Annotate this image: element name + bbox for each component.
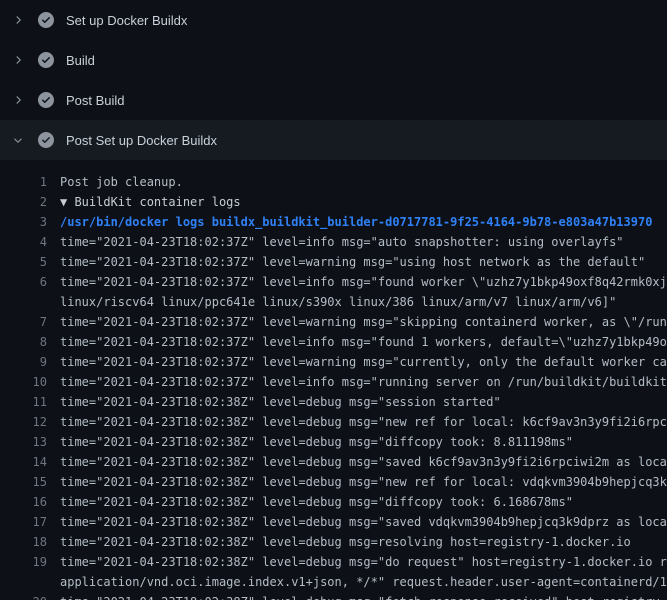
- line-number[interactable]: 19: [0, 552, 47, 572]
- line-number[interactable]: [0, 572, 47, 592]
- line-text: time="2021-04-23T18:02:37Z" level=info m…: [47, 372, 667, 392]
- line-text: time="2021-04-23T18:02:38Z" level=debug …: [47, 512, 667, 532]
- step-section: Post Build: [0, 80, 667, 120]
- log-line: 14 time="2021-04-23T18:02:38Z" level=deb…: [0, 452, 667, 472]
- line-number[interactable]: 14: [0, 452, 47, 472]
- line-text: time="2021-04-23T18:02:38Z" level=debug …: [47, 552, 667, 572]
- log-line: application/vnd.oci.image.index.v1+json,…: [0, 572, 667, 592]
- log-line: 3 /usr/bin/docker logs buildx_buildkit_b…: [0, 212, 667, 232]
- step-header[interactable]: Build: [0, 40, 667, 80]
- step-header[interactable]: Set up Docker Buildx: [0, 0, 667, 40]
- line-number[interactable]: 17: [0, 512, 47, 532]
- line-text: time="2021-04-23T18:02:37Z" level=warnin…: [47, 252, 645, 272]
- line-number[interactable]: 10: [0, 372, 47, 392]
- line-number[interactable]: 12: [0, 412, 47, 432]
- line-number[interactable]: 15: [0, 472, 47, 492]
- step-list: Set up Docker Buildx Build: [0, 0, 667, 600]
- log-line: 8 time="2021-04-23T18:02:37Z" level=info…: [0, 332, 667, 352]
- log-line: 15 time="2021-04-23T18:02:38Z" level=deb…: [0, 472, 667, 492]
- check-circle-icon: [38, 52, 54, 68]
- line-text: time="2021-04-23T18:02:37Z" level=info m…: [47, 272, 667, 292]
- log-line: 7 time="2021-04-23T18:02:37Z" level=warn…: [0, 312, 667, 332]
- step-title: Set up Docker Buildx: [66, 13, 187, 28]
- command-line-text: /usr/bin/docker logs buildx_buildkit_bui…: [47, 212, 652, 232]
- line-number[interactable]: 9: [0, 352, 47, 372]
- log-line: 13 time="2021-04-23T18:02:38Z" level=deb…: [0, 432, 667, 452]
- log-line: 5 time="2021-04-23T18:02:37Z" level=warn…: [0, 252, 667, 272]
- step-header[interactable]: Post Build: [0, 80, 667, 120]
- step-title: Post Build: [66, 93, 125, 108]
- step-title: Post Set up Docker Buildx: [66, 133, 217, 148]
- line-number[interactable]: 16: [0, 492, 47, 512]
- step-title: Build: [66, 53, 95, 68]
- line-number[interactable]: 20: [0, 592, 47, 600]
- check-circle-icon: [38, 92, 54, 108]
- line-number[interactable]: 3: [0, 212, 47, 232]
- log-line: 19 time="2021-04-23T18:02:38Z" level=deb…: [0, 552, 667, 572]
- line-text: Post job cleanup.: [47, 172, 183, 192]
- chevron-right-icon[interactable]: [10, 92, 26, 108]
- line-number[interactable]: 13: [0, 432, 47, 452]
- chevron-down-icon[interactable]: [10, 132, 26, 148]
- line-text: time="2021-04-23T18:02:37Z" level=warnin…: [47, 312, 667, 332]
- log-line: 10 time="2021-04-23T18:02:37Z" level=inf…: [0, 372, 667, 392]
- log-line: 6 time="2021-04-23T18:02:37Z" level=info…: [0, 272, 667, 292]
- check-circle-icon: [38, 12, 54, 28]
- log-line: 20 time="2021-04-23T18:02:38Z" level=deb…: [0, 592, 667, 600]
- line-number[interactable]: 11: [0, 392, 47, 412]
- line-number[interactable]: 6: [0, 272, 47, 292]
- actions-log-viewer: Set up Docker Buildx Build: [0, 0, 667, 600]
- log-line: 17 time="2021-04-23T18:02:38Z" level=deb…: [0, 512, 667, 532]
- line-text: time="2021-04-23T18:02:38Z" level=debug …: [47, 392, 501, 412]
- log-line: 4 time="2021-04-23T18:02:37Z" level=info…: [0, 232, 667, 252]
- chevron-right-icon[interactable]: [10, 12, 26, 28]
- line-number[interactable]: [0, 292, 47, 312]
- line-text: application/vnd.oci.image.index.v1+json,…: [47, 572, 667, 592]
- log-line: 11 time="2021-04-23T18:02:38Z" level=deb…: [0, 392, 667, 412]
- chevron-right-icon[interactable]: [10, 52, 26, 68]
- line-text: time="2021-04-23T18:02:38Z" level=debug …: [47, 412, 667, 432]
- log-line: 18 time="2021-04-23T18:02:38Z" level=deb…: [0, 532, 667, 552]
- step-section: Set up Docker Buildx: [0, 0, 667, 40]
- line-number[interactable]: 4: [0, 232, 47, 252]
- line-text: time="2021-04-23T18:02:38Z" level=debug …: [47, 532, 631, 552]
- log-line: 2 ▼ BuildKit container logs: [0, 192, 667, 212]
- line-text: time="2021-04-23T18:02:37Z" level=warnin…: [47, 352, 667, 372]
- check-circle-icon: [38, 132, 54, 148]
- line-text: time="2021-04-23T18:02:38Z" level=debug …: [47, 592, 667, 600]
- line-number[interactable]: 1: [0, 172, 47, 192]
- step-logs: 1 Post job cleanup. 2 ▼ BuildKit contain…: [0, 160, 667, 600]
- step-header[interactable]: Post Set up Docker Buildx: [0, 120, 667, 160]
- line-text: time="2021-04-23T18:02:37Z" level=info m…: [47, 232, 624, 252]
- line-text: time="2021-04-23T18:02:38Z" level=debug …: [47, 432, 573, 452]
- log-line: linux/riscv64 linux/ppc641e linux/s390x …: [0, 292, 667, 312]
- line-number[interactable]: 7: [0, 312, 47, 332]
- line-number[interactable]: 2: [0, 192, 47, 212]
- step-section: Build: [0, 40, 667, 80]
- line-text: time="2021-04-23T18:02:37Z" level=info m…: [47, 332, 667, 352]
- line-number[interactable]: 18: [0, 532, 47, 552]
- line-text: time="2021-04-23T18:02:38Z" level=debug …: [47, 472, 667, 492]
- line-text: time="2021-04-23T18:02:38Z" level=debug …: [47, 492, 573, 512]
- line-text: ▼ BuildKit container logs: [47, 192, 241, 212]
- line-number[interactable]: 5: [0, 252, 47, 272]
- log-line: 9 time="2021-04-23T18:02:37Z" level=warn…: [0, 352, 667, 372]
- log-line: 12 time="2021-04-23T18:02:38Z" level=deb…: [0, 412, 667, 432]
- log-line: 16 time="2021-04-23T18:02:38Z" level=deb…: [0, 492, 667, 512]
- line-text: time="2021-04-23T18:02:38Z" level=debug …: [47, 452, 667, 472]
- step-section: Post Set up Docker Buildx 1 Post job cle…: [0, 120, 667, 600]
- line-text: linux/riscv64 linux/ppc641e linux/s390x …: [47, 292, 616, 312]
- log-line: 1 Post job cleanup.: [0, 172, 667, 192]
- line-number[interactable]: 8: [0, 332, 47, 352]
